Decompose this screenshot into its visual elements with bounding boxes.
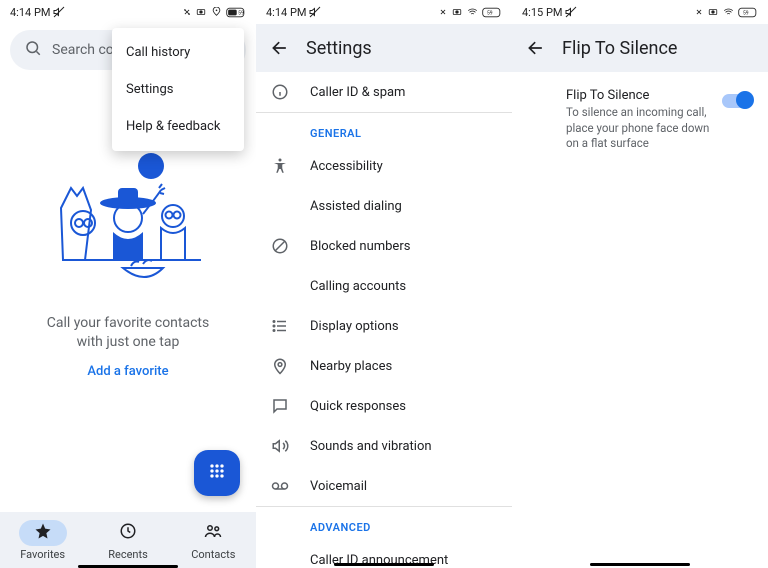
nav-contacts[interactable]: Contacts [189,520,237,561]
row-nearby-places[interactable]: Nearby places [256,346,512,386]
clock-icon [119,522,137,543]
row-label: Assisted dialing [310,199,402,214]
row-label: Blocked numbers [310,239,410,254]
row-sounds-vibration[interactable]: Sounds and vibration [256,426,512,466]
row-label: Nearby places [310,359,392,374]
toggle-switch[interactable] [722,94,752,108]
back-button[interactable] [270,38,290,58]
app-bar: Flip To Silence [512,24,768,72]
nav-favorites[interactable]: Favorites [19,520,67,561]
menu-help-feedback[interactable]: Help & feedback [112,108,244,145]
switch-knob [736,91,754,109]
flip-to-silence-setting[interactable]: Flip To Silence To silence an incoming c… [512,72,768,152]
empty-state-text: Call your favorite contacts with just on… [0,314,256,352]
mute-icon [309,6,321,18]
row-label: Quick responses [310,399,406,414]
voicemail-icon [270,477,290,495]
svg-text:59: 59 [487,10,493,16]
star-icon [34,522,52,543]
list-icon [270,317,290,335]
back-button[interactable] [526,38,546,58]
row-quick-responses[interactable]: Quick responses [256,386,512,426]
overflow-menu: Call history Settings Help & feedback [112,28,244,151]
pin-icon [270,357,290,375]
nav-recents[interactable]: Recents [104,520,152,561]
dialpad-icon [207,461,227,485]
row-label: Caller ID & spam [310,85,405,100]
svg-text:59: 59 [743,10,749,16]
section-advanced: ADVANCED [256,507,512,540]
row-display-options[interactable]: Display options [256,306,512,346]
empty-illustration [0,148,256,288]
status-bar: 4:15 PM 59 [512,0,768,24]
info-icon [270,83,290,101]
row-accessibility[interactable]: Accessibility [256,146,512,186]
row-caller-id-spam[interactable]: Caller ID & spam [256,72,512,112]
row-label: Accessibility [310,159,383,174]
nav-label: Recents [108,548,148,561]
status-time: 4:14 PM [10,6,50,19]
nav-indicator [590,563,690,566]
panel-dialer: 4:14 PM 59 Search contact Call history S… [0,0,256,568]
row-voicemail[interactable]: Voicemail [256,466,512,506]
empty-line-1: Call your favorite contacts [24,314,232,333]
menu-settings[interactable]: Settings [112,71,244,108]
status-bar: 4:14 PM 59 [256,0,512,24]
row-label: Display options [310,319,399,334]
dialpad-fab[interactable] [194,450,240,496]
people-icon [203,522,223,543]
panel-flip-to-silence: 4:15 PM 59 Flip To Silence Flip To Silen… [512,0,768,568]
row-assisted-dialing[interactable]: Assisted dialing [256,186,512,226]
search-icon [24,39,42,61]
status-bar: 4:14 PM 59 [0,0,256,24]
page-title: Settings [306,38,372,59]
sound-icon [270,437,290,455]
nav-label: Favorites [20,548,65,561]
nav-indicator [334,563,434,566]
row-label: Calling accounts [310,279,406,294]
setting-title: Flip To Silence [566,88,712,103]
status-time: 4:14 PM [266,6,306,19]
row-label: Sounds and vibration [310,439,432,454]
add-favorite-link[interactable]: Add a favorite [0,364,256,379]
setting-description: To silence an incoming call, place your … [566,105,712,152]
status-icons: 59 [438,7,502,18]
accessibility-icon [270,157,290,175]
section-general: GENERAL [256,113,512,146]
row-calling-accounts[interactable]: Calling accounts [256,266,512,306]
status-time: 4:15 PM [522,6,562,19]
status-icons: 59 [694,7,758,18]
svg-text:59: 59 [238,10,244,16]
row-label: Voicemail [310,479,367,494]
settings-list: Caller ID & spam GENERAL Accessibility A… [256,72,512,568]
menu-call-history[interactable]: Call history [112,34,244,71]
page-title: Flip To Silence [562,38,677,59]
bottom-nav: Favorites Recents Contacts [0,512,256,568]
nav-label: Contacts [191,548,235,561]
chat-icon [270,397,290,415]
mute-icon [53,6,65,18]
panel-settings: 4:14 PM 59 Settings Caller ID & spam GEN… [256,0,512,568]
app-bar: Settings [256,24,512,72]
row-blocked-numbers[interactable]: Blocked numbers [256,226,512,266]
empty-line-2: with just one tap [24,333,232,352]
status-icons: 59 [182,7,246,18]
mute-icon [565,6,577,18]
block-icon [270,237,290,255]
